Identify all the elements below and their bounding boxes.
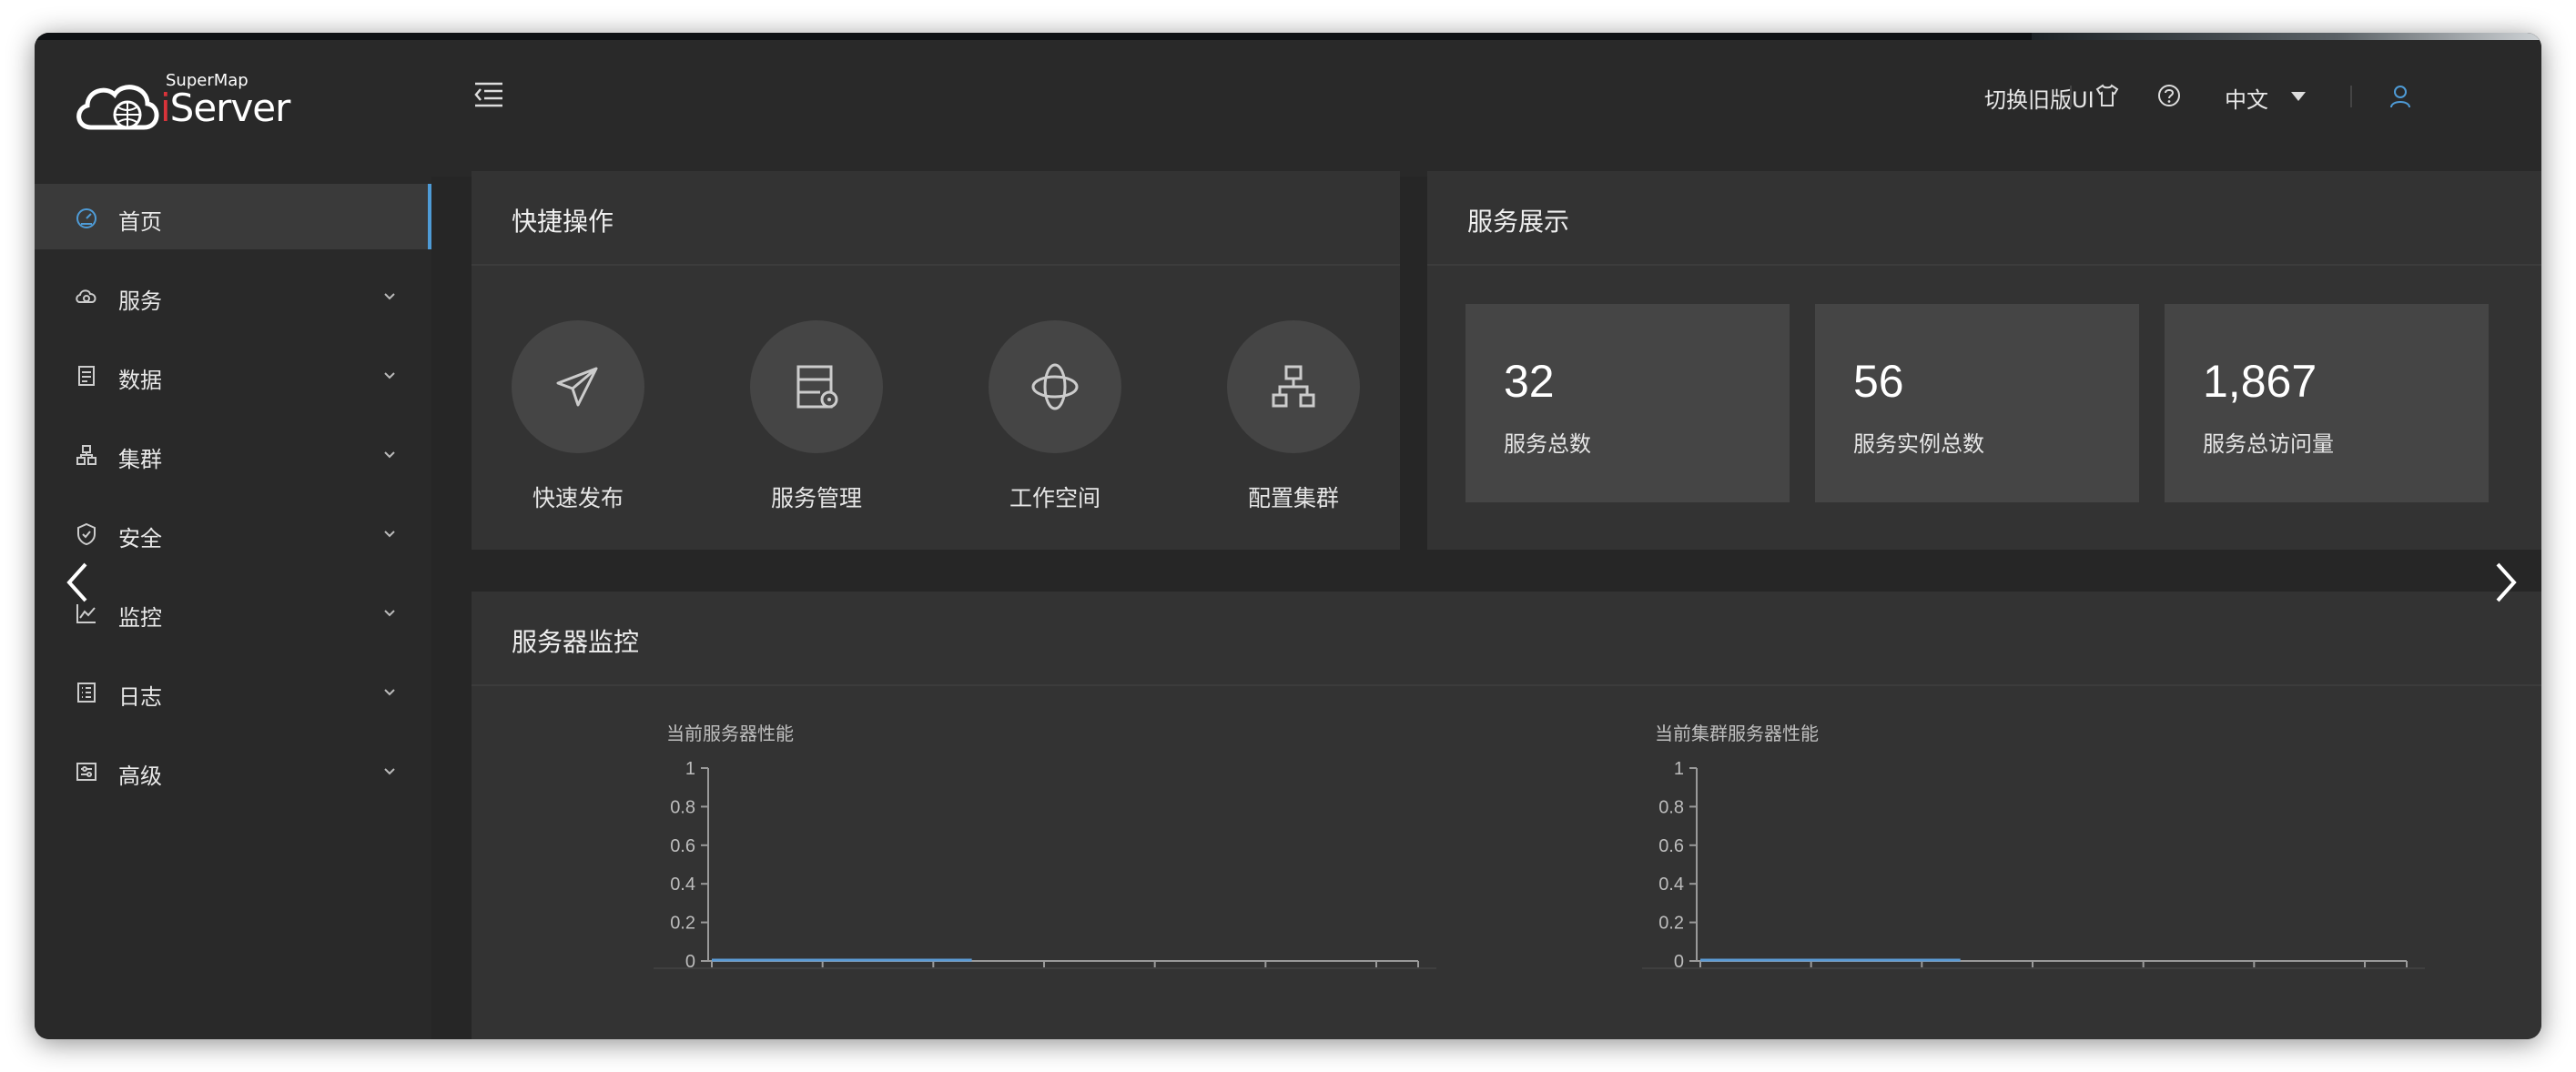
window-top-strip — [35, 33, 2541, 40]
sidebar-item-security[interactable]: 安全 — [35, 501, 431, 566]
workspace-orbit-icon — [1031, 363, 1079, 410]
y-tick-label: 1 — [1674, 759, 1684, 779]
card-title: 服务展示 — [1467, 207, 1570, 237]
stat-label: 服务总访问量 — [2203, 431, 2334, 457]
theme-shirt-icon[interactable] — [2094, 82, 2121, 109]
service-manage-button[interactable]: 服务管理 — [748, 320, 885, 513]
sidebar-item-monitor[interactable]: 监控 — [35, 580, 431, 645]
cloud-globe-logo-icon — [76, 85, 159, 130]
switch-old-ui-link[interactable]: 切换旧版UI — [1984, 82, 2094, 114]
server-monitor-card: 服务器监控 当前服务器性能 10.80.60.40.2016:40:3516:4… — [472, 592, 2541, 1039]
sidebar-item-service[interactable]: 服务 — [35, 263, 431, 329]
y-tick-label: 0.8 — [670, 797, 695, 817]
configure-cluster-button[interactable]: 配置集群 — [1225, 320, 1362, 513]
sidebar-item-label: 安全 — [118, 526, 162, 551]
y-tick-label: 0.8 — [1658, 797, 1684, 817]
sidebar-nav: 首页 服务 数据 集群 安全 监控 日志 高级 — [35, 184, 431, 817]
quick-publish-button[interactable]: 快速发布 — [510, 320, 646, 513]
sidebar-item-data[interactable]: 数据 — [35, 342, 431, 408]
chart-title: 当前集群服务器性能 — [1655, 723, 1819, 744]
stat-tile-visit-total[interactable]: 1,867 服务总访问量 — [2165, 304, 2489, 502]
monitor-chart-icon — [76, 604, 96, 623]
chevron-down-icon — [384, 610, 395, 617]
y-tick-label: 0.2 — [670, 914, 695, 934]
y-tick-label: 0.4 — [670, 875, 695, 895]
advanced-icon — [76, 763, 96, 781]
previous-arrow-icon[interactable] — [64, 561, 91, 604]
data-icon — [78, 366, 95, 386]
sidebar: SuperMap iServer 首页 服务 数据 集群 安全 监控 日志 高级 — [35, 40, 431, 1039]
sidebar-item-label: 首页 — [118, 209, 162, 235]
sidebar-item-label: 数据 — [118, 368, 162, 393]
server-performance-chart: 10.80.60.40.2016:40:3516:41:2116:42:0716… — [654, 759, 1436, 970]
y-tick-label: 0.6 — [1658, 836, 1684, 856]
sidebar-item-label: 集群 — [118, 447, 162, 472]
chevron-down-icon — [384, 768, 395, 775]
dashboard-icon — [76, 208, 96, 228]
stat-tile-instance-total[interactable]: 56 服务实例总数 — [1815, 304, 2139, 502]
stat-tile-service-total[interactable]: 32 服务总数 — [1465, 304, 1790, 502]
quick-action-label: 工作空间 — [1009, 485, 1100, 511]
quick-action-label: 快速发布 — [532, 485, 624, 511]
y-tick-label: 0.2 — [1658, 914, 1684, 934]
caret-down-icon[interactable] — [2290, 91, 2307, 102]
language-select[interactable]: 中文 — [2225, 82, 2268, 114]
card-divider — [472, 264, 1400, 266]
stat-label: 服务总数 — [1504, 431, 1591, 457]
card-title: 服务器监控 — [512, 627, 640, 657]
brand-logo[interactable]: SuperMap iServer — [35, 40, 431, 177]
chevron-down-icon — [384, 372, 395, 379]
stat-value: 32 — [1504, 356, 1555, 407]
shield-icon — [77, 522, 96, 546]
sidebar-item-log[interactable]: 日志 — [35, 659, 431, 724]
sidebar-item-label: 服务 — [118, 288, 162, 314]
sidebar-item-label: 日志 — [118, 684, 162, 710]
app-window: SuperMap iServer 首页 服务 数据 集群 安全 监控 日志 高级… — [35, 33, 2541, 1039]
y-tick-label: 1 — [685, 759, 695, 779]
card-divider — [472, 684, 2541, 686]
chevron-down-icon — [384, 531, 395, 538]
sidebar-item-cluster[interactable]: 集群 — [35, 421, 431, 487]
workspace-button[interactable]: 工作空间 — [987, 320, 1123, 513]
stat-label: 服务实例总数 — [1853, 431, 1984, 457]
cluster-icon — [76, 445, 96, 465]
quick-actions-card: 快捷操作 快速发布 服务管理 工作空间 配置集群 — [472, 171, 1400, 550]
header-divider — [2350, 86, 2352, 107]
quick-action-label: 配置集群 — [1247, 485, 1339, 511]
help-icon[interactable] — [2155, 82, 2183, 109]
stat-value: 1,867 — [2203, 356, 2317, 407]
chevron-down-icon — [384, 451, 395, 459]
server-manage-icon — [796, 365, 838, 409]
service-cloud-icon — [76, 289, 96, 303]
y-tick-label: 0.4 — [1658, 875, 1684, 895]
chevron-down-icon — [384, 293, 395, 300]
sidebar-item-label: 监控 — [118, 605, 162, 631]
user-icon[interactable] — [2388, 84, 2412, 109]
paper-plane-icon — [556, 367, 598, 407]
cluster-performance-chart: 10.80.60.40.2016:40:3416:41:2016:42:0616… — [1642, 759, 2425, 970]
header-divider — [2070, 86, 2072, 107]
service-display-card: 服务展示 32 服务总数 56 服务实例总数 1,867 服务总访问量 — [1427, 171, 2541, 550]
card-divider — [1427, 264, 2541, 266]
chart-title: 当前服务器性能 — [666, 723, 794, 744]
log-icon — [77, 683, 96, 703]
stat-value: 56 — [1853, 356, 1904, 407]
brand-name: iServer — [160, 86, 290, 130]
next-arrow-icon[interactable] — [2492, 561, 2520, 604]
sidebar-item-label: 高级 — [118, 764, 162, 789]
quick-action-label: 服务管理 — [770, 485, 862, 511]
chevron-down-icon — [384, 689, 395, 696]
top-header: 切换旧版UI 中文 — [431, 40, 2541, 177]
cluster-config-icon — [1272, 365, 1315, 408]
y-tick-label: 0.6 — [670, 836, 695, 856]
sidebar-item-advanced[interactable]: 高级 — [35, 738, 431, 804]
sidebar-item-home[interactable]: 首页 — [35, 184, 431, 249]
menu-fold-icon[interactable] — [473, 80, 504, 107]
card-title: 快捷操作 — [512, 207, 614, 237]
